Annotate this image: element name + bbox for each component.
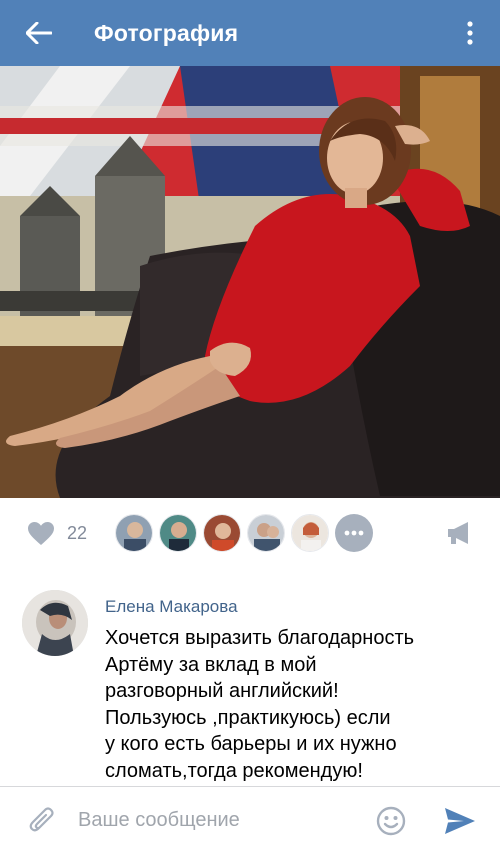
megaphone-icon [448,522,468,544]
smiley-icon [376,806,406,836]
likers-list[interactable] [115,514,374,552]
page-title: Фотография [94,19,239,46]
photo-image [0,66,500,498]
more-likers-button[interactable] [335,514,374,552]
liker-avatar[interactable] [203,514,242,552]
paperclip-icon [29,807,54,832]
liker-avatar[interactable] [159,514,198,552]
like-count: 22 [67,522,88,543]
comment-author-link[interactable]: Елена Макарова [105,597,238,617]
like-button[interactable]: 22 [27,513,87,553]
avatar[interactable] [22,590,88,656]
attach-button[interactable] [22,800,62,840]
top-app-bar: Фотография [0,0,500,66]
more-vertical-icon [467,21,473,45]
comment-text: Хочется выразить благодарность Артёму за… [105,627,415,782]
photo-actions: 22 [0,498,500,568]
comment-item: Елена Макарова Хочется выразить благодар… [0,575,500,785]
arrow-left-icon [26,22,52,44]
photo-viewer[interactable] [0,66,500,498]
ellipsis-icon [344,530,364,536]
more-menu-button[interactable] [458,17,482,49]
back-button[interactable] [6,0,72,66]
message-composer [0,786,500,853]
heart-icon [28,521,54,545]
send-icon [445,808,475,834]
liker-avatar[interactable] [247,514,286,552]
emoji-button[interactable] [376,806,406,836]
share-button[interactable] [446,520,472,546]
message-input[interactable] [78,801,368,839]
liker-avatar[interactable] [291,514,330,552]
liker-avatar[interactable] [115,514,154,552]
send-button[interactable] [444,807,476,835]
